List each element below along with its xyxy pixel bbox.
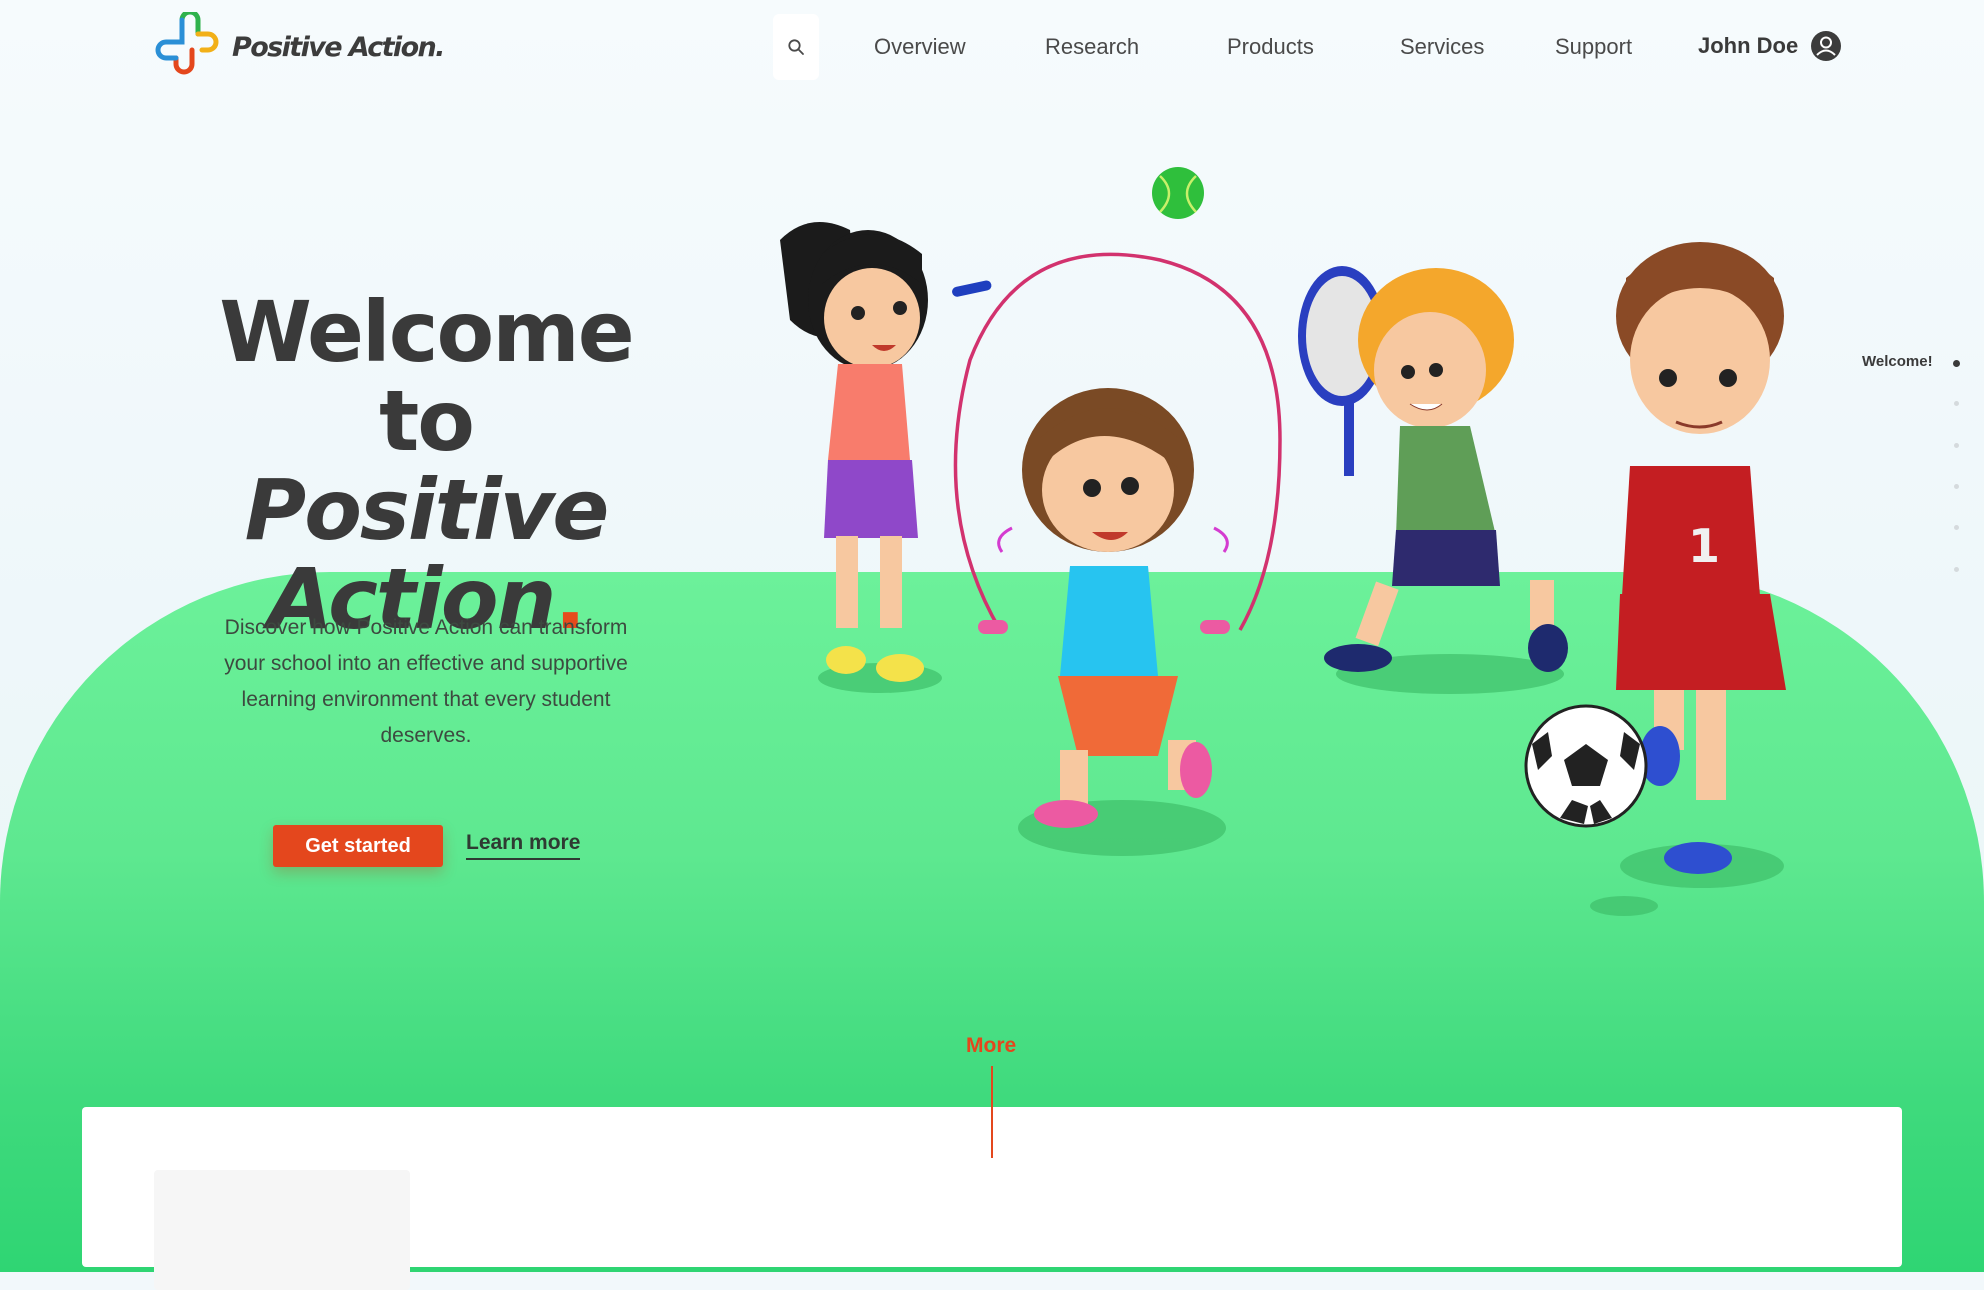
user-name: John Doe	[1698, 33, 1799, 58]
card-image-placeholder	[154, 1170, 410, 1290]
search-button[interactable]	[773, 14, 819, 80]
side-nav-dot-1[interactable]	[1953, 360, 1960, 367]
nav-products[interactable]: Products	[1227, 34, 1314, 60]
search-icon	[788, 39, 804, 55]
nav-research[interactable]: Research	[1045, 34, 1139, 60]
get-started-button[interactable]: Get started	[273, 825, 443, 867]
more-indicator-line	[991, 1066, 993, 1158]
learn-more-link[interactable]: Learn more	[466, 831, 581, 860]
logo-text: Positive Action.	[232, 31, 445, 63]
side-nav-dot-6[interactable]	[1954, 567, 1959, 572]
side-nav-active-label: Welcome!	[1862, 353, 1933, 370]
hero-title-line2: to Positive	[244, 372, 610, 559]
side-nav-dot-5[interactable]	[1954, 525, 1959, 530]
hero-title: Welcome to Positive Action.	[196, 288, 656, 644]
user-menu[interactable]: John Doe	[1698, 30, 1842, 62]
user-circle-icon	[1811, 31, 1842, 61]
logo[interactable]: Positive Action.	[152, 12, 445, 82]
side-nav-dot-3[interactable]	[1954, 443, 1959, 448]
nav-support[interactable]: Support	[1555, 34, 1632, 60]
side-nav-dot-4[interactable]	[1954, 484, 1959, 489]
side-nav-dot-2[interactable]	[1954, 401, 1959, 406]
nav-services[interactable]: Services	[1400, 34, 1484, 60]
hero-title-line1: Welcome	[219, 283, 634, 381]
hero-description: Discover how Positive Action can transfo…	[224, 616, 628, 747]
nav-overview[interactable]: Overview	[874, 34, 966, 60]
more-link[interactable]: More	[966, 1034, 1016, 1058]
logo-mark-icon	[155, 12, 219, 75]
